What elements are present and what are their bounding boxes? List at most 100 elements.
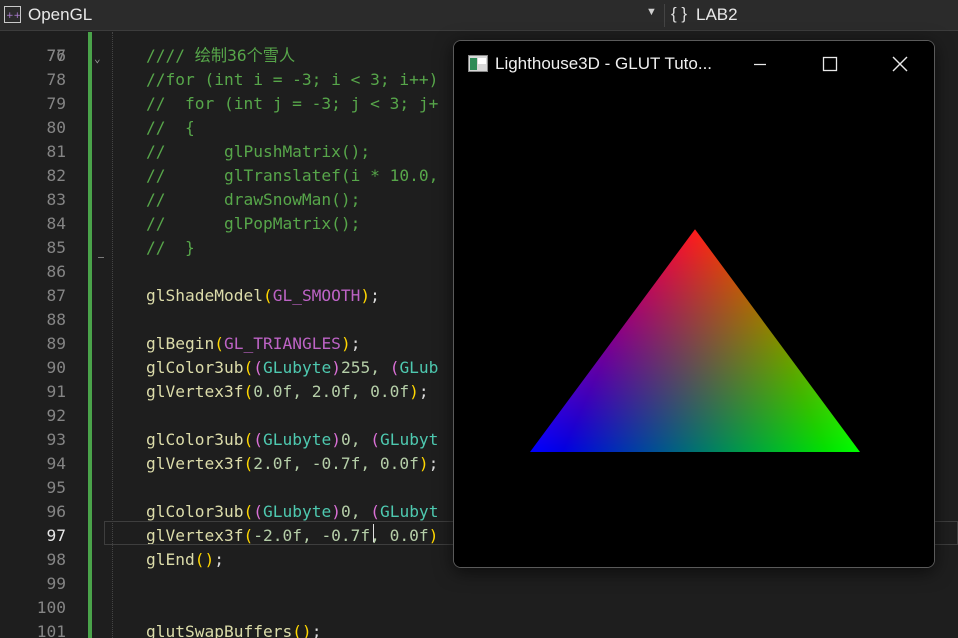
- code-text: glShadeModel(GL_SMOOTH);: [146, 284, 380, 308]
- code-token: (: [389, 358, 400, 377]
- svg-text:++: ++: [6, 11, 21, 21]
- change-tracking-bar: [88, 32, 92, 638]
- code-token: ;: [214, 550, 224, 569]
- text-caret: [373, 524, 374, 542]
- code-token: // }: [146, 238, 195, 257]
- code-token: (): [292, 622, 312, 638]
- code-line[interactable]: 99: [0, 572, 958, 596]
- chevron-down-icon[interactable]: ▼: [646, 6, 657, 18]
- code-token: (: [370, 430, 380, 449]
- code-token: // drawSnowMan();: [146, 190, 361, 209]
- code-token: // for (int j = -3; j < 3; j+: [146, 94, 439, 113]
- code-token: ): [331, 430, 341, 449]
- code-token: 255,: [340, 358, 390, 377]
- line-number: 101: [36, 622, 66, 638]
- code-text: //for (int i = -3; i < 3; i++): [146, 68, 438, 92]
- close-icon: [892, 56, 908, 72]
- code-text: glBegin(GL_TRIANGLES);: [146, 332, 360, 356]
- code-text: // }: [146, 236, 195, 260]
- code-token: ;: [350, 334, 361, 353]
- line-number: 91: [46, 382, 67, 401]
- code-token: glColor3ub: [146, 430, 244, 449]
- code-text: // for (int j = -3; j < 3; j+: [146, 92, 438, 116]
- line-number: 78: [46, 70, 67, 89]
- code-text: //// 绘制36个雪人: [146, 44, 295, 68]
- code-text: // glPushMatrix();: [146, 140, 370, 164]
- code-token: ;: [370, 286, 380, 305]
- code-token: (: [253, 430, 263, 449]
- fold-chevron-icon[interactable]: ⌄: [94, 52, 101, 65]
- code-token: // glPopMatrix();: [146, 214, 361, 233]
- code-token: 2.0f, -0.7f, 0.0f: [253, 454, 419, 473]
- line-number: 98: [46, 550, 67, 569]
- code-token: glutSwapBuffers: [146, 622, 293, 638]
- line-number: 100: [36, 598, 66, 617]
- code-line[interactable]: 101 glutSwapBuffers();: [0, 620, 958, 638]
- code-token: glColor3ub: [146, 358, 244, 377]
- code-token: (: [243, 382, 254, 401]
- code-token: (: [243, 430, 254, 449]
- code-token: ;: [418, 382, 429, 401]
- code-token: ): [331, 502, 341, 521]
- minimize-icon: [754, 63, 766, 66]
- code-token: // glPushMatrix();: [146, 142, 371, 161]
- code-token: (: [243, 502, 254, 521]
- line-number: 89: [46, 334, 67, 353]
- code-token: glBegin: [146, 334, 215, 353]
- maximize-button[interactable]: [806, 41, 852, 88]
- line-number: 93: [46, 430, 67, 449]
- line-number: 97: [46, 526, 67, 545]
- line-number: 92: [46, 406, 67, 425]
- project-name: OpenGL: [28, 5, 93, 24]
- code-text: glColor3ub((GLubyte)255, (GLub: [146, 356, 438, 380]
- code-token: (: [370, 502, 380, 521]
- opengl-viewport[interactable]: [454, 88, 934, 567]
- line-number: 79: [46, 94, 67, 113]
- minimize-button[interactable]: [737, 41, 783, 88]
- scope-dropdown[interactable]: LAB2: [696, 5, 738, 25]
- line-number: 80: [46, 118, 67, 137]
- line-number: 96: [46, 502, 67, 521]
- code-token: // glTranslatef(i * 10.0,: [146, 166, 439, 185]
- close-button[interactable]: [876, 41, 922, 88]
- code-text: // glTranslatef(i * 10.0,: [146, 164, 438, 188]
- cpp-project-icon: ++: [4, 6, 21, 23]
- code-token: ): [360, 286, 371, 305]
- line-number: 81: [46, 142, 67, 161]
- code-token: (: [253, 358, 263, 377]
- navigation-bar: ++ OpenGL ▼ { } LAB2: [0, 0, 958, 31]
- code-text: // glPopMatrix();: [146, 212, 360, 236]
- code-token: glVertex3f: [146, 454, 244, 473]
- line-number: 85: [46, 238, 67, 257]
- code-token: GLubyte: [262, 502, 332, 521]
- rendered-scene: [529, 229, 861, 453]
- code-line[interactable]: 100: [0, 596, 958, 620]
- code-token: (: [214, 334, 224, 353]
- code-token: //// 绘制36个雪人: [146, 46, 296, 65]
- line-number: 94: [46, 454, 67, 473]
- code-token: glEnd: [146, 550, 195, 569]
- maximize-icon: [822, 56, 838, 72]
- code-text: glEnd();: [146, 548, 224, 572]
- code-token: 0,: [340, 430, 371, 449]
- code-token: (: [262, 286, 273, 305]
- project-dropdown[interactable]: ++ OpenGL ▼: [0, 0, 662, 31]
- code-token: (: [253, 502, 263, 521]
- glut-window[interactable]: Lighthouse3D - GLUT Tuto...: [453, 40, 935, 568]
- indent-guide: [112, 32, 114, 638]
- code-token: t: [428, 502, 439, 521]
- code-token: 0.0f, 2.0f, 0.0f: [253, 382, 410, 401]
- braces-icon: { }: [671, 4, 688, 23]
- glut-title-bar[interactable]: Lighthouse3D - GLUT Tuto...: [454, 41, 934, 88]
- line-number: 82: [46, 166, 67, 185]
- line-number: 83: [46, 190, 67, 209]
- code-token: 0,: [340, 502, 371, 521]
- code-token: //for (int i = -3; i < 3; i++): [146, 70, 439, 89]
- line-number: 95: [46, 478, 67, 497]
- code-token: glColor3ub: [146, 502, 244, 521]
- code-token: // {: [146, 118, 195, 137]
- window-title: Lighthouse3D - GLUT Tuto...: [495, 54, 713, 73]
- line-number: 77: [46, 46, 67, 65]
- line-number: 90: [46, 358, 67, 377]
- code-text: glutSwapBuffers();: [146, 620, 321, 638]
